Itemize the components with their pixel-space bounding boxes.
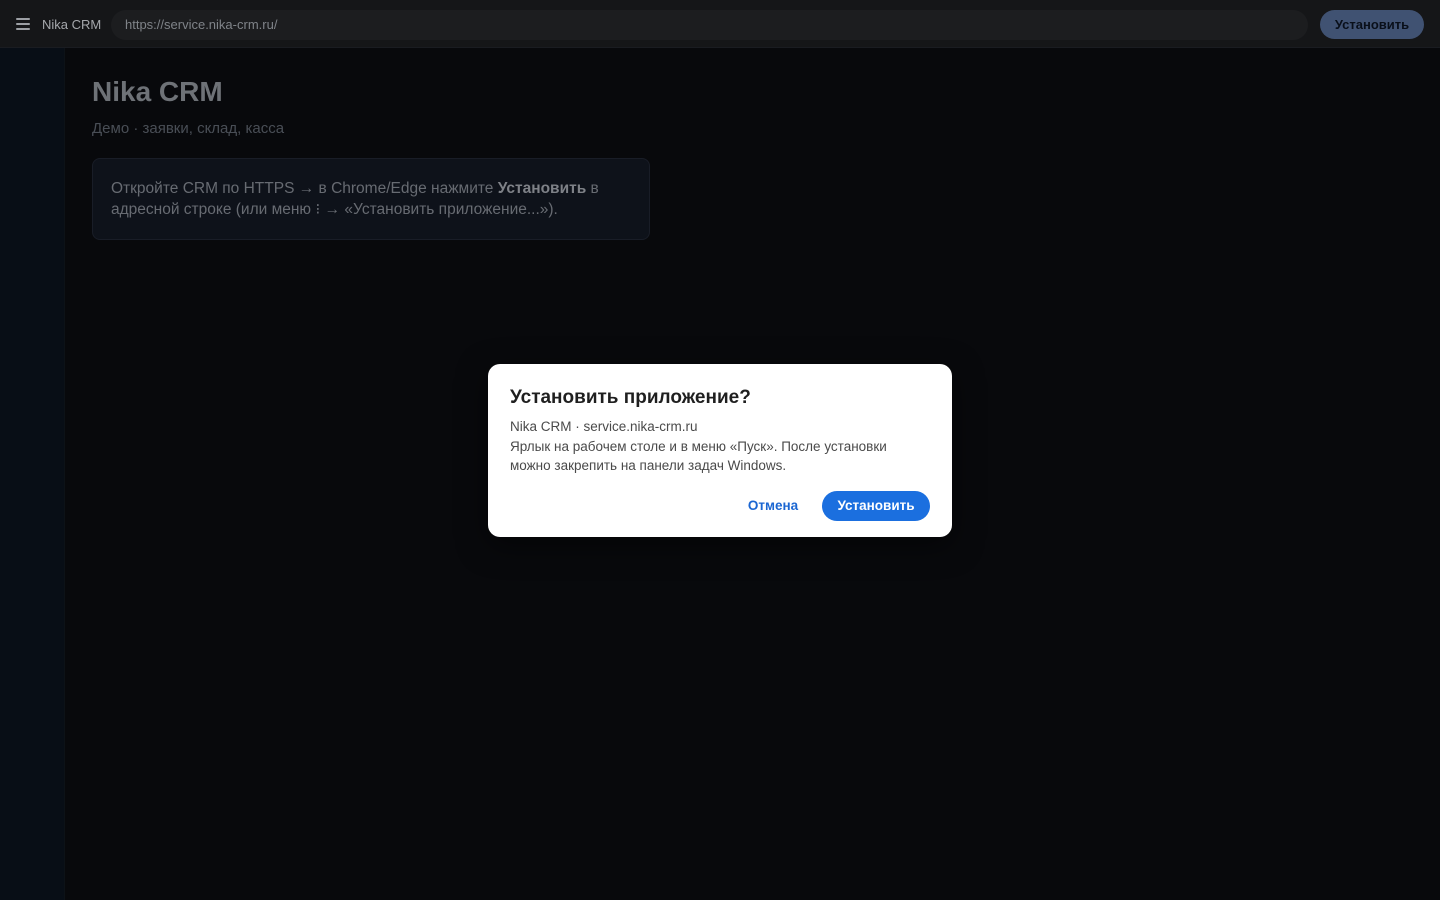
- dialog-description: Ярлык на рабочем столе и в меню «Пуск». …: [510, 439, 887, 473]
- dialog-origin: Nika CRM · service.nika-crm.ru: [510, 419, 698, 434]
- dialog-title: Установить приложение?: [510, 387, 751, 408]
- install-app-dialog: Установить приложение? Nika CRM · servic…: [488, 364, 952, 537]
- cancel-button[interactable]: Отмена: [736, 491, 810, 521]
- install-button[interactable]: Установить: [822, 491, 930, 521]
